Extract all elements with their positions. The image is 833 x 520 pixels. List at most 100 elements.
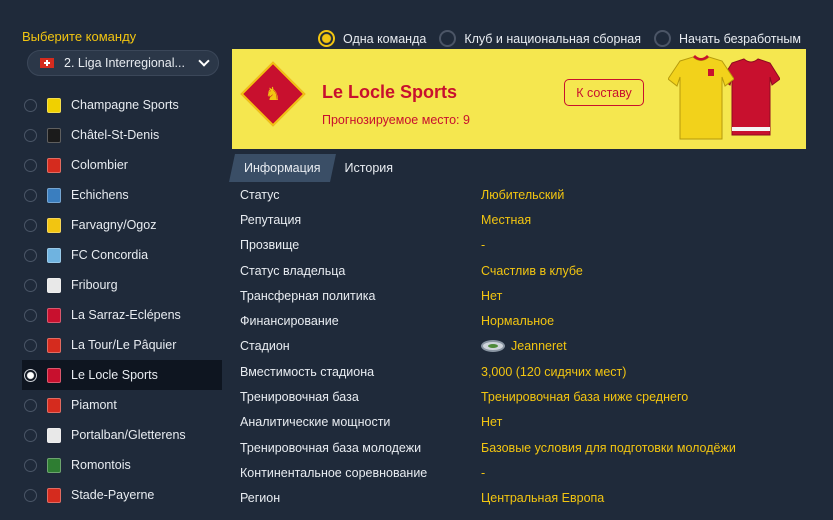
team-name: La Sarraz-Eclépens — [71, 308, 181, 322]
info-key: Репутация — [240, 212, 302, 227]
team-crest-icon — [47, 457, 61, 473]
team-name: Farvagny/Ogoz — [71, 218, 157, 232]
team-radio[interactable] — [24, 158, 37, 172]
team-radio[interactable] — [24, 248, 37, 262]
team-name: Colombier — [71, 158, 128, 172]
team-crest-icon — [47, 157, 61, 173]
team-list-item[interactable]: Echichens — [22, 180, 222, 210]
team-list-item[interactable]: Le Locle Sports — [22, 360, 222, 390]
info-row: Континентальное соревнование - — [240, 460, 810, 485]
info-value: Счастлив в клубе — [481, 264, 583, 278]
mode-option[interactable]: Одна команда — [318, 30, 426, 47]
team-crest-icon — [47, 217, 61, 233]
mode-radio[interactable] — [654, 30, 672, 47]
info-value: Нормальное — [481, 314, 554, 328]
team-list-item[interactable]: Châtel-St-Denis — [22, 120, 222, 150]
info-value: Базовые условия для подготовки молодёжи — [481, 441, 736, 455]
team-radio[interactable] — [24, 218, 37, 232]
team-list-item[interactable]: Piamont — [22, 390, 222, 420]
info-value-text: Местная — [481, 212, 532, 227]
info-key: Трансферная политика — [240, 288, 376, 303]
info-row: Вместимость стадиона 3,000 (120 сидячих м… — [240, 359, 810, 384]
team-name: Echichens — [71, 188, 129, 202]
mode-label: Клуб и национальная сборная — [464, 31, 642, 46]
info-value: Jeanneret — [481, 339, 567, 353]
league-dropdown[interactable]: 2. Liga Interregional... — [27, 50, 219, 76]
info-row: Трансферная политика Нет — [240, 283, 810, 308]
info-key: Вместимость стадиона — [240, 364, 375, 379]
info-value-text: Jeanneret — [511, 339, 567, 354]
team-radio[interactable] — [24, 128, 37, 142]
team-name: Fribourg — [71, 278, 118, 292]
team-list-item[interactable]: FC Concordia — [22, 240, 222, 270]
info-value-text: - — [481, 238, 486, 253]
team-crest-icon — [47, 487, 61, 503]
mode-radio[interactable] — [318, 30, 335, 47]
info-key: Аналитические мощности — [240, 415, 391, 430]
team-crest-icon — [47, 397, 61, 413]
info-value-text: Базовые условия для подготовки молодёжи — [481, 440, 736, 455]
team-radio[interactable] — [24, 308, 37, 322]
team-name: Châtel-St-Denis — [71, 128, 160, 142]
team-list-item[interactable]: Fribourg — [22, 270, 222, 300]
team-name: Champagne Sports — [71, 98, 179, 112]
team-list-item[interactable]: Romontois — [22, 450, 222, 480]
team-list-item[interactable]: Champagne Sports — [22, 90, 222, 120]
tab-information[interactable]: Информация — [229, 154, 336, 182]
info-row: Стадион Jeanneret — [240, 334, 810, 359]
team-crest-icon — [47, 427, 61, 443]
game-mode-options: Одна команда Клуб и национальная сборная Н… — [318, 30, 814, 47]
team-crest-icon — [47, 307, 61, 323]
chevron-down-icon — [198, 55, 210, 67]
stadium-icon — [481, 340, 505, 353]
info-value-text: Нормальное — [481, 314, 555, 329]
info-row: Финансирование Нормальное — [240, 308, 810, 333]
team-name: Le Locle Sports — [71, 368, 158, 382]
team-name: FC Concordia — [71, 248, 149, 262]
team-radio[interactable] — [24, 338, 37, 352]
info-value: Любительский — [481, 188, 564, 202]
swiss-flag-icon — [40, 58, 54, 68]
team-radio[interactable] — [24, 188, 37, 202]
team-radio[interactable] — [24, 458, 37, 472]
club-crest-emblem: ♞ — [264, 84, 282, 104]
info-value-text: Нет — [481, 415, 503, 430]
info-value: Местная — [481, 213, 531, 227]
predicted-position: Прогнозируемое место: 9 — [322, 113, 470, 127]
team-radio[interactable] — [24, 278, 37, 292]
team-list-item[interactable]: La Sarraz-Eclépens — [22, 300, 222, 330]
info-key: Тренировочная база — [240, 390, 359, 405]
go-to-squad-button[interactable]: К составу — [564, 79, 644, 106]
team-list-item[interactable]: Farvagny/Ogoz — [22, 210, 222, 240]
team-name: Romontois — [71, 458, 131, 472]
info-row: Репутация Местная — [240, 207, 810, 232]
team-list-item[interactable]: Portalban/Gletterens — [22, 420, 222, 450]
info-row: Тренировочная база молодежи Базовые услов… — [240, 435, 810, 460]
mode-option[interactable]: Клуб и национальная сборная — [439, 30, 641, 47]
home-shirt-icon — [667, 55, 735, 141]
info-value: Центральная Европа — [481, 491, 604, 505]
team-radio[interactable] — [24, 368, 37, 382]
team-crest-icon — [47, 127, 61, 143]
info-row: Прозвище - — [240, 233, 810, 258]
team-list-item[interactable]: La Tour/Le Pâquier — [22, 330, 222, 360]
team-name: Portalban/Gletterens — [71, 428, 186, 442]
info-row: Статус Любительский — [240, 182, 810, 207]
mode-option[interactable]: Начать безработным — [654, 30, 801, 47]
tab-history[interactable]: История — [333, 154, 405, 182]
team-crest-icon — [47, 187, 61, 203]
info-value-text: 3,000 (120 сидячих мест) — [481, 364, 627, 379]
mode-radio[interactable] — [439, 30, 457, 47]
team-radio[interactable] — [24, 488, 37, 502]
info-value-text: Счастлив в клубе — [481, 263, 583, 278]
team-radio[interactable] — [24, 398, 37, 412]
info-value: Нет — [481, 289, 502, 303]
team-crest-icon — [47, 247, 61, 263]
info-value: Нет — [481, 415, 502, 429]
mode-label: Начать безработным — [679, 31, 802, 46]
team-radio[interactable] — [24, 428, 37, 442]
team-list-item[interactable]: Stade-Payerne — [22, 480, 222, 510]
team-list-item[interactable]: Colombier — [22, 150, 222, 180]
team-radio[interactable] — [24, 98, 37, 112]
info-key: Стадион — [240, 339, 290, 354]
